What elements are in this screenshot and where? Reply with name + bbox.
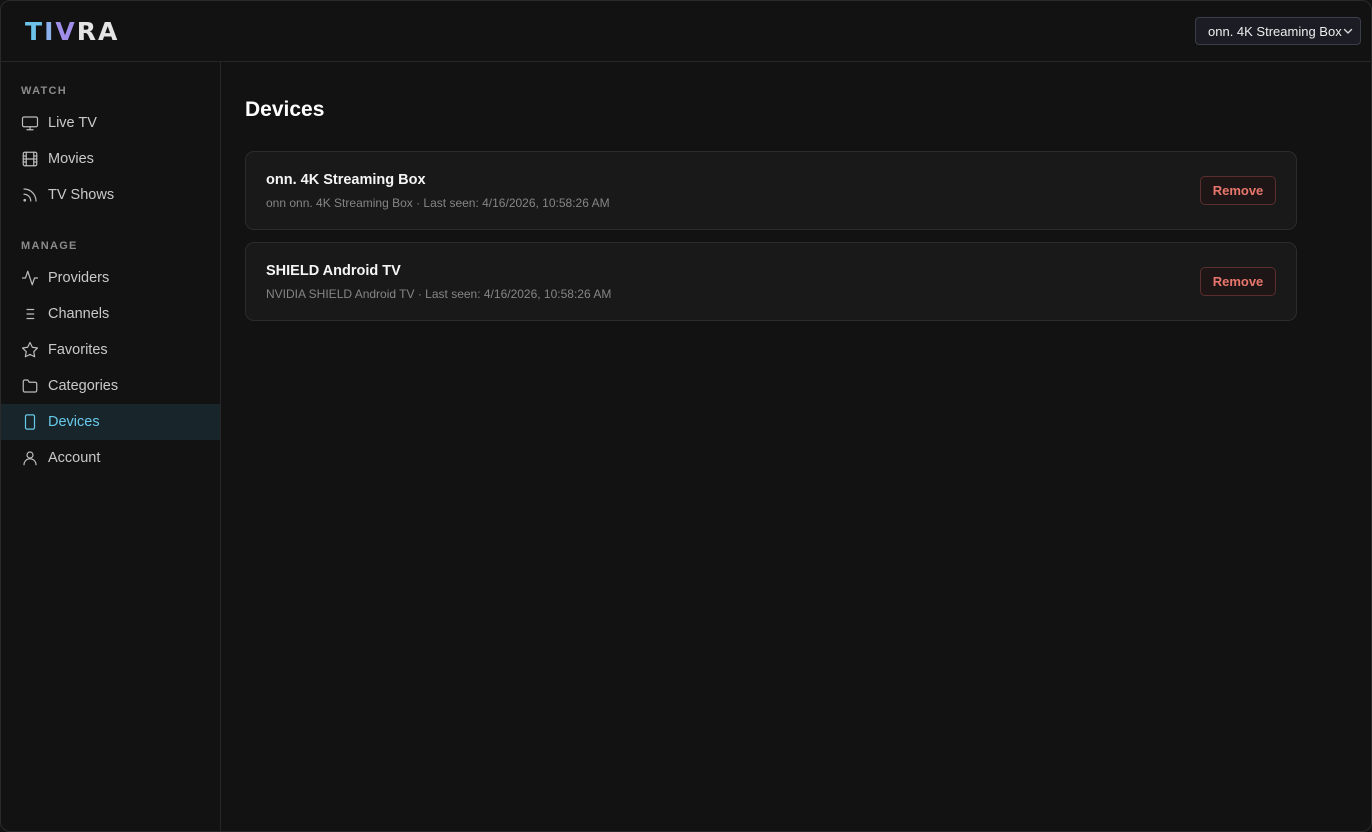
sidebar-item-label: Devices (48, 414, 100, 430)
page-title: Devices (245, 98, 325, 121)
section-label-watch: WATCH (21, 85, 68, 97)
logo-letter: R (76, 16, 98, 46)
device-name: SHIELD Android TV (266, 263, 401, 279)
sidebar-item-tv-shows[interactable]: TV Shows (1, 177, 220, 213)
device-name: onn. 4K Streaming Box (266, 172, 426, 188)
sidebar-item-categories[interactable]: Categories (1, 368, 220, 404)
tablet-icon (21, 413, 39, 431)
user-icon (21, 449, 39, 467)
app-window: T I V R A onn. 4K Streaming Box WATCH Li… (0, 0, 1372, 832)
sidebar-item-movies[interactable]: Movies (1, 141, 220, 177)
sidebar-item-label: Live TV (48, 115, 97, 131)
logo-letter: T (25, 16, 45, 46)
sidebar-item-label: Categories (48, 378, 119, 394)
device-meta: onn onn. 4K Streaming Box · Last seen: 4… (266, 196, 610, 210)
logo-letter: A (98, 16, 120, 46)
main-content: Devices onn. 4K Streaming Box onn onn. 4… (221, 62, 1371, 831)
tv-icon (21, 114, 39, 132)
remove-device-button[interactable]: Remove (1200, 267, 1276, 296)
star-icon (21, 341, 39, 359)
sidebar-item-channels[interactable]: Channels (1, 296, 220, 332)
device-meta: NVIDIA SHIELD Android TV · Last seen: 4/… (266, 287, 612, 301)
list-icon (21, 305, 39, 323)
sidebar-item-live-tv[interactable]: Live TV (1, 105, 220, 141)
logo-letter: V (55, 16, 77, 46)
device-selector-value: onn. 4K Streaming Box (1208, 23, 1342, 39)
folder-icon (21, 377, 39, 395)
device-card: onn. 4K Streaming Box onn onn. 4K Stream… (245, 151, 1297, 230)
sidebar-item-label: Movies (48, 151, 94, 167)
section-label-manage: MANAGE (21, 240, 78, 252)
chevron-down-icon (1343, 28, 1353, 34)
sidebar-item-favorites[interactable]: Favorites (1, 332, 220, 368)
top-bar: T I V R A onn. 4K Streaming Box (1, 1, 1371, 62)
film-icon (21, 150, 39, 168)
sidebar-item-label: Providers (48, 270, 110, 286)
sidebar-item-label: Channels (48, 306, 110, 322)
sidebar-item-label: Favorites (48, 342, 108, 358)
sidebar-item-account[interactable]: Account (1, 440, 220, 476)
sidebar-item-label: TV Shows (48, 187, 115, 203)
sidebar-item-devices[interactable]: Devices (1, 404, 220, 440)
activity-icon (21, 269, 39, 287)
device-selector[interactable]: onn. 4K Streaming Box (1195, 17, 1361, 45)
tivra-logo[interactable]: T I V R A (25, 17, 119, 46)
rss-icon (21, 186, 39, 204)
sidebar-item-label: Account (48, 450, 101, 466)
remove-device-button[interactable]: Remove (1200, 176, 1276, 205)
logo-letter: I (44, 16, 56, 46)
sidebar-item-providers[interactable]: Providers (1, 260, 220, 296)
device-card: SHIELD Android TV NVIDIA SHIELD Android … (245, 242, 1297, 321)
sidebar: WATCH Live TV Movies TV Shows MANAGE Pro… (1, 62, 221, 831)
